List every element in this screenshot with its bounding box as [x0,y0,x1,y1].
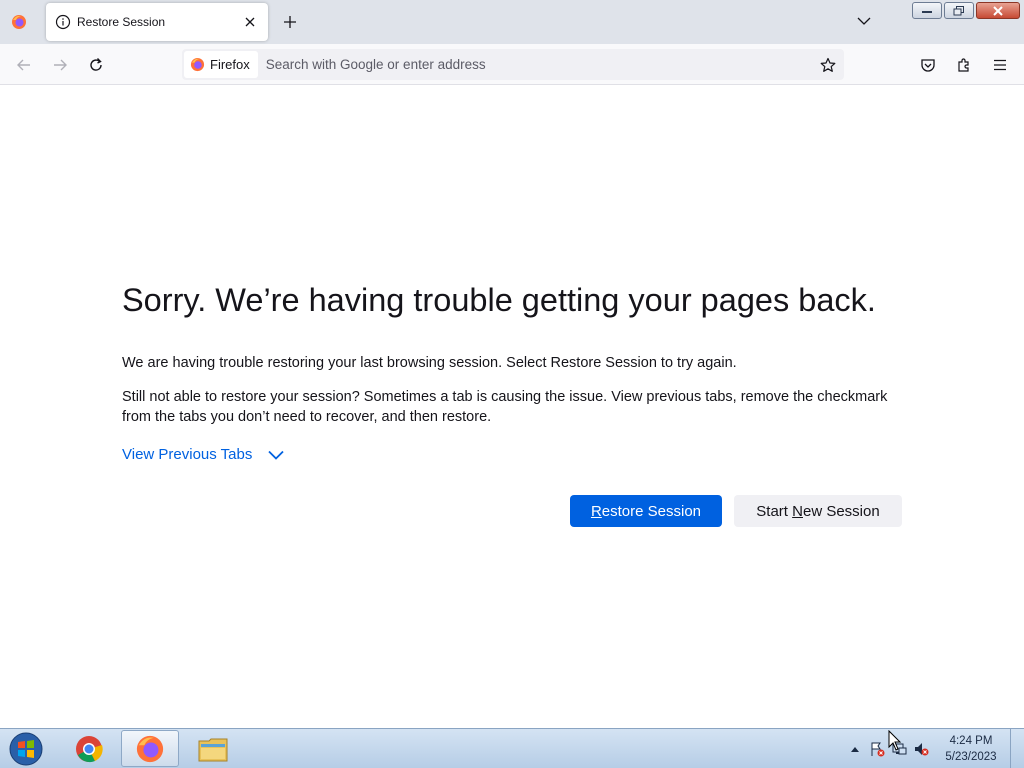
restore-session-button[interactable]: Restore Session [570,495,722,527]
tab-strip: Restore Session [0,0,1024,44]
tab-restore-session[interactable]: Restore Session [46,3,268,41]
page-content: Sorry. We’re having trouble getting your… [0,85,1024,728]
taskbar: 4:24 PM 5/23/2023 [0,728,1024,768]
volume-muted-icon[interactable] [910,738,932,760]
reload-icon[interactable] [84,53,108,77]
close-window-icon[interactable] [976,2,1020,19]
taskbar-firefox-icon[interactable] [121,730,179,767]
info-icon [55,14,71,30]
taskbar-chrome-icon[interactable] [60,730,118,767]
page-title: Sorry. We’re having trouble getting your… [122,282,876,318]
identity-box[interactable]: Firefox [184,51,258,78]
address-bar[interactable]: Firefox [182,49,844,80]
taskbar-file-explorer-icon[interactable] [184,730,242,767]
mouse-cursor-icon [888,729,902,756]
bookmark-star-icon[interactable] [818,55,838,75]
error-details: Still not able to restore your session? … [122,389,888,425]
extensions-icon[interactable] [952,53,976,77]
clock-date: 5/23/2023 [945,751,997,763]
show-desktop-button[interactable] [1010,729,1024,768]
list-all-tabs-icon[interactable] [856,13,872,29]
minimize-icon[interactable] [912,2,942,19]
identity-label: Firefox [210,57,250,72]
navigation-toolbar: Firefox [0,44,1024,85]
firefox-logo-icon [190,57,205,72]
view-previous-tabs-label: View Previous Tabs [122,446,253,463]
view-previous-tabs-toggle[interactable]: View Previous Tabs [122,446,284,463]
new-session-accel-key: N [792,502,803,520]
firefox-menu-icon[interactable] [11,14,27,30]
system-clock[interactable]: 4:24 PM 5/23/2023 [936,733,1006,765]
tab-title: Restore Session [77,15,166,29]
action-center-flag-icon[interactable] [866,738,888,760]
forward-arrow-icon[interactable] [48,53,72,77]
restore-label: estore Session [601,502,702,520]
url-input[interactable] [265,49,818,80]
app-menu-icon[interactable] [988,53,1012,77]
start-button-icon[interactable] [4,730,48,768]
restore-window-icon[interactable] [944,2,974,19]
back-arrow-icon[interactable] [12,53,36,77]
new-session-label-end: ew Session [802,502,880,520]
restore-accel-key: R [590,502,602,520]
start-new-session-button[interactable]: Start New Session [734,495,902,527]
window-controls [912,2,1020,19]
new-tab-icon[interactable] [280,12,300,32]
new-session-label-start: Start [756,502,793,520]
pocket-icon[interactable] [916,53,940,77]
clock-time: 4:24 PM [949,735,993,747]
system-tray: 4:24 PM 5/23/2023 [844,729,1024,768]
chevron-down-icon [268,450,284,460]
error-message: We are having trouble restoring your las… [122,355,737,371]
show-hidden-icons-icon[interactable] [844,738,866,760]
close-tab-icon[interactable] [242,14,258,30]
